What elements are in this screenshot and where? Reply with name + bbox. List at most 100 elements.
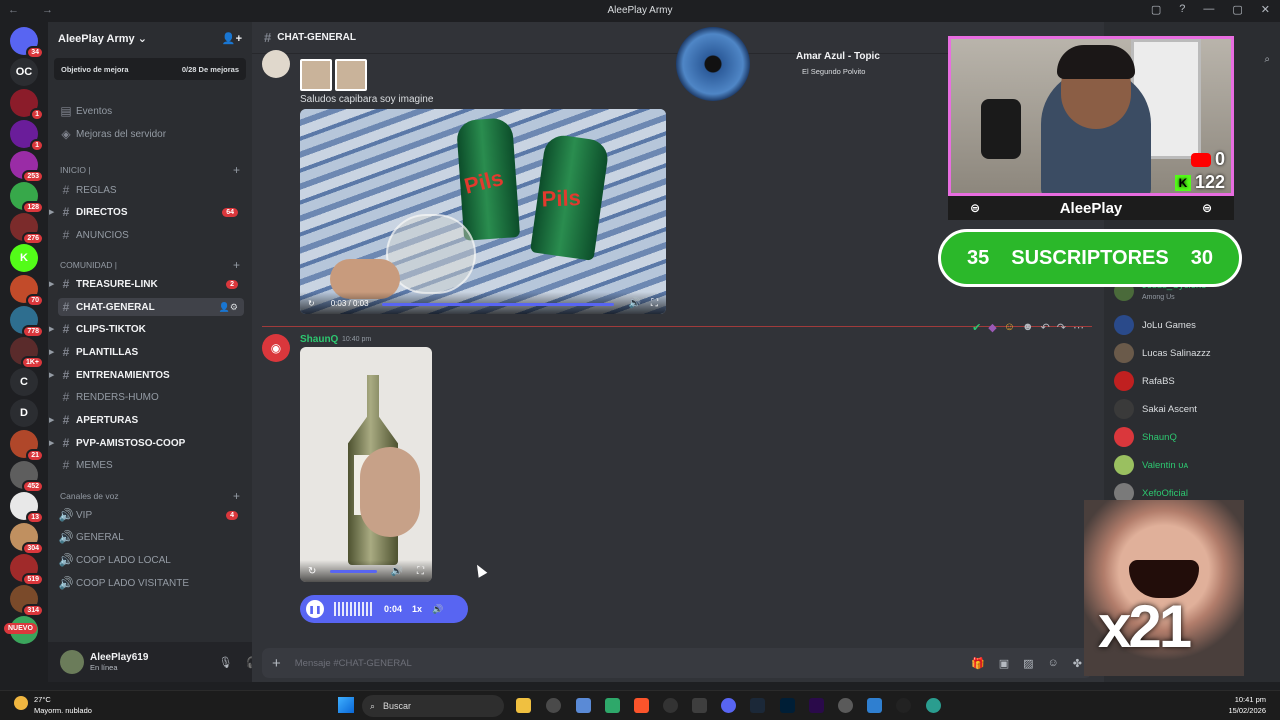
server-icon-oc[interactable]: OC: [10, 58, 38, 86]
server-header[interactable]: AleePlay Army ⌄ 👤+: [48, 22, 252, 54]
gift-icon[interactable]: 🎁: [971, 657, 985, 670]
avatar[interactable]: [262, 50, 290, 78]
server-icon[interactable]: 70: [10, 275, 44, 307]
weather-widget[interactable]: 27°C Mayorm. nublado: [14, 694, 92, 716]
channel-clips-tiktok[interactable]: ▶ # CLIPS-TIKTOK: [49, 320, 244, 338]
channel-memes[interactable]: # MEMES: [58, 456, 244, 474]
channel-reglas[interactable]: # REGLAS: [58, 181, 244, 199]
channel-anuncios[interactable]: # ANUNCIOS: [58, 226, 244, 244]
add-channel-icon[interactable]: +: [233, 489, 240, 503]
channel-settings-icon[interactable]: 👤⚙: [219, 302, 238, 313]
member-item[interactable]: Valentin ᴜᴀ: [1114, 454, 1188, 476]
help-icon[interactable]: ?: [1179, 3, 1185, 16]
message-composer[interactable]: + Mensaje #CHAT-GENERAL 🎁 ▣ ▨ ☺ ✤: [262, 648, 1092, 678]
apps-icon[interactable]: ✤: [1073, 657, 1082, 670]
channel-treasure-link[interactable]: ▶ # TREASURE-LINK 2: [49, 275, 244, 293]
server-icon[interactable]: 253: [10, 151, 44, 183]
server-icon[interactable]: 21: [10, 430, 44, 462]
voice-message-player[interactable]: ❚❚ 0:04 1x 🔊: [300, 595, 468, 623]
avatar[interactable]: [60, 650, 84, 674]
forward-icon[interactable]: ↷: [1057, 321, 1066, 334]
player-icon[interactable]: [896, 698, 911, 713]
calculator-icon[interactable]: [692, 698, 707, 713]
add-attachment-icon[interactable]: +: [272, 655, 281, 672]
channel-general[interactable]: 🔊 GENERAL: [58, 528, 244, 546]
channel-category[interactable]: INICIO | +: [60, 163, 240, 177]
waveform[interactable]: [334, 602, 374, 616]
channel-entrenamientos[interactable]: ▶ # ENTRENAMIENTOS: [49, 366, 244, 384]
sticker-icon[interactable]: ▨: [1023, 657, 1033, 670]
username[interactable]: AleePlay619: [90, 652, 148, 663]
message-author[interactable]: ShaunQ: [300, 334, 338, 345]
search-icon[interactable]: ⌕: [1264, 54, 1270, 65]
system-clock[interactable]: 10:41 pm 15/02/2026: [1228, 694, 1266, 716]
channel-aperturas[interactable]: ▶ # APERTURAS: [49, 411, 244, 429]
more-options-icon[interactable]: ⋯: [1073, 321, 1084, 334]
eggplant-reaction-icon[interactable]: ◆: [988, 321, 996, 334]
microphone-icon[interactable]: 🎙: [218, 656, 232, 669]
volume-icon[interactable]: 🔊: [629, 298, 641, 309]
member-item[interactable]: Lucas Salinazzz: [1114, 342, 1211, 364]
server-icon-c[interactable]: C: [10, 368, 38, 396]
gif-icon[interactable]: ▣: [999, 657, 1009, 670]
server-icon[interactable]: 452: [10, 461, 44, 493]
media-icon[interactable]: [663, 698, 678, 713]
invite-people-icon[interactable]: 👤+: [222, 32, 242, 45]
app-icon[interactable]: [605, 698, 620, 713]
member-item[interactable]: JoLu Games: [1114, 314, 1196, 336]
video-progress-bar[interactable]: [382, 303, 614, 306]
video-attachment[interactable]: ↻ 🔊 ⛶: [300, 347, 432, 582]
notepad-icon[interactable]: [867, 698, 882, 713]
edge-icon[interactable]: [926, 698, 941, 713]
taskbar-search[interactable]: ⌕ Buscar: [362, 695, 504, 717]
message-input[interactable]: Mensaje #CHAT-GENERAL: [295, 658, 412, 669]
server-icon[interactable]: 778: [10, 306, 44, 338]
member-item[interactable]: Sakai Ascent: [1114, 398, 1197, 420]
discord-icon[interactable]: 34: [10, 27, 44, 59]
server-icon-d[interactable]: D: [10, 399, 38, 427]
chrome-icon[interactable]: [546, 698, 561, 713]
server-icon[interactable]: 1: [10, 120, 44, 152]
channel-category[interactable]: Canales de voz +: [60, 489, 240, 503]
add-channel-icon[interactable]: +: [233, 163, 240, 177]
channel-plantillas[interactable]: ▶ # PLANTILLAS: [49, 343, 244, 361]
brave-icon[interactable]: [634, 698, 649, 713]
volume-icon[interactable]: 🔊: [391, 566, 403, 577]
discord-avatar-icon[interactable]: ◉: [262, 334, 290, 362]
maximize-icon[interactable]: ▢: [1232, 3, 1242, 16]
channel-vip[interactable]: 🔊 VIP 4: [58, 506, 244, 524]
playback-speed-button[interactable]: 1x: [412, 604, 422, 614]
file-explorer-icon[interactable]: [516, 698, 531, 713]
server-icon[interactable]: 1: [10, 89, 44, 121]
app-icon[interactable]: [576, 698, 591, 713]
channel-pvp-amistoso-coop[interactable]: ▶ # PVP-AMISTOSO-COOP: [49, 434, 244, 452]
server-icon[interactable]: 276: [10, 213, 44, 245]
replay-icon[interactable]: ↻: [308, 299, 315, 308]
server-boosts-item[interactable]: ◈ Mejoras del servidor: [58, 125, 244, 143]
emoji-icon[interactable]: ☺: [1048, 657, 1059, 670]
windows-start-icon[interactable]: [338, 697, 354, 713]
pause-icon[interactable]: ❚❚: [306, 600, 324, 618]
channel-category[interactable]: COMUNIDAD | +: [60, 258, 240, 272]
channel-coop-lado-local[interactable]: 🔊 COOP LADO LOCAL: [58, 551, 244, 569]
settings-icon[interactable]: [838, 698, 853, 713]
minimize-icon[interactable]: —: [1203, 3, 1214, 16]
video-attachment[interactable]: Pils Pils ↻ 0:03 / 0:03 🔊 ⛶: [300, 109, 666, 314]
member-item[interactable]: ShaunQ: [1114, 426, 1177, 448]
add-channel-icon[interactable]: +: [233, 258, 240, 272]
server-icon[interactable]: 304: [10, 523, 44, 555]
replay-icon[interactable]: ↻: [308, 566, 316, 577]
reply-icon[interactable]: ↶: [1041, 321, 1050, 334]
fullscreen-icon[interactable]: ⛶: [651, 298, 658, 309]
add-reaction-icon[interactable]: ☻: [1022, 321, 1034, 334]
server-icon[interactable]: 519: [10, 554, 44, 586]
discord-icon[interactable]: [721, 698, 736, 713]
fullscreen-icon[interactable]: ⛶: [417, 566, 424, 577]
steam-icon[interactable]: [750, 698, 765, 713]
sticker-image[interactable]: [300, 59, 332, 91]
laugh-reaction-icon[interactable]: ☺: [1004, 321, 1015, 334]
sticker-image[interactable]: [335, 59, 367, 91]
server-icon[interactable]: 314: [10, 585, 44, 617]
close-icon[interactable]: ✕: [1261, 3, 1270, 16]
member-item[interactable]: RafaBS: [1114, 370, 1175, 392]
